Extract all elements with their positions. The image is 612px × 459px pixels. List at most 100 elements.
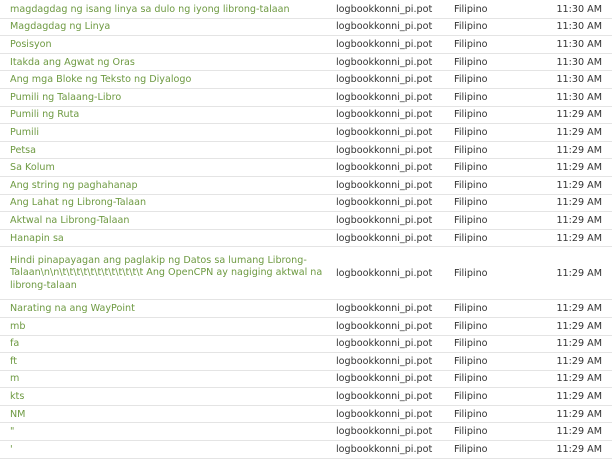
source-string-link[interactable]: Magdagdag ng Linya [0, 21, 330, 32]
file-name: logbookkonni_pi.pot [336, 74, 433, 86]
language-name: Filipino [454, 91, 488, 103]
language-name: Filipino [454, 408, 488, 420]
timestamp: 11:29 AM [556, 338, 602, 350]
source-string-link[interactable]: Narating na ang WayPoint [0, 303, 330, 314]
table-row: NM logbookkonni_pi.pot Filipino 11:29 AM [0, 406, 612, 424]
file-name: logbookkonni_pi.pot [336, 91, 433, 103]
table-row: Aktwal na Librong-Talaan logbookkonni_pi.… [0, 212, 612, 230]
source-string-link[interactable]: mb [0, 321, 330, 332]
source-string-link[interactable]: ' [0, 444, 330, 455]
timestamp: 11:29 AM [556, 144, 602, 156]
timestamp: 11:29 AM [556, 320, 602, 332]
timestamp: 11:29 AM [556, 126, 602, 138]
timestamp: 11:29 AM [556, 179, 602, 191]
file-name: logbookkonni_pi.pot [336, 56, 433, 68]
timestamp: 11:30 AM [556, 38, 602, 50]
table-row: Ang string ng paghahanap logbookkonni_pi.… [0, 177, 612, 195]
language-name: Filipino [454, 109, 488, 121]
table-row: mb logbookkonni_pi.pot Filipino 11:29 AM [0, 318, 612, 336]
source-string-link[interactable]: Ang string ng paghahanap [0, 180, 330, 191]
source-string-link[interactable]: Petsa [0, 145, 330, 156]
source-string-link[interactable]: Pumili ng Ruta [0, 109, 330, 120]
language-name: Filipino [454, 74, 488, 86]
language-name: Filipino [454, 232, 488, 244]
table-row: Pumili logbookkonni_pi.pot Filipino 11:29 A… [0, 124, 612, 142]
timestamp: 11:30 AM [556, 3, 602, 15]
language-name: Filipino [454, 162, 488, 174]
language-name: Filipino [454, 338, 488, 350]
language-name: Filipino [454, 443, 488, 455]
language-name: Filipino [454, 56, 488, 68]
source-string-link[interactable]: Hanapin sa [0, 233, 330, 244]
table-row: Pumili ng Ruta logbookkonni_pi.pot Filipin… [0, 107, 612, 125]
language-name: Filipino [454, 21, 488, 33]
timestamp: 11:29 AM [556, 162, 602, 174]
table-row: " logbookkonni_pi.pot Filipino 11:29 AM [0, 423, 612, 442]
table-row: Ang mga Bloke ng Teksto ng Diyalogo logbo… [0, 71, 612, 89]
file-name: logbookkonni_pi.pot [336, 232, 433, 244]
source-string-link[interactable]: Ang mga Bloke ng Teksto ng Diyalogo [0, 74, 330, 85]
source-string-link[interactable]: kts [0, 391, 330, 402]
language-name: Filipino [454, 3, 488, 15]
timestamp: 11:29 AM [556, 391, 602, 403]
file-name: logbookkonni_pi.pot [336, 38, 433, 50]
table-row: Pumili ng Talaang-Libro logbookkonni_pi.p… [0, 89, 612, 107]
language-name: Filipino [454, 355, 488, 367]
file-name: logbookkonni_pi.pot [336, 109, 433, 121]
file-name: logbookkonni_pi.pot [336, 391, 433, 403]
source-string-link[interactable]: Ang Lahat ng Librong-Talaan [0, 197, 330, 208]
file-name: logbookkonni_pi.pot [336, 3, 433, 15]
language-name: Filipino [454, 144, 488, 156]
language-name: Filipino [454, 426, 488, 438]
timestamp: 11:29 AM [556, 109, 602, 121]
table-row: Itakda ang Agwat ng Oras logbookkonni_pi.… [0, 54, 612, 72]
file-name: logbookkonni_pi.pot [336, 426, 433, 438]
file-name: logbookkonni_pi.pot [336, 126, 433, 138]
table-row: Ang Lahat ng Librong-Talaan logbookkonni_… [0, 195, 612, 213]
source-string-link[interactable]: NM [0, 409, 330, 420]
file-name: logbookkonni_pi.pot [336, 355, 433, 367]
table-row: Hindi pinapayagan ang paglakip ng Datos … [0, 247, 612, 301]
file-name: logbookkonni_pi.pot [336, 197, 433, 209]
file-name: logbookkonni_pi.pot [336, 144, 433, 156]
source-string-link[interactable]: " [0, 426, 330, 437]
table-row: Posisyon logbookkonni_pi.pot Filipino 11:30… [0, 36, 612, 54]
table-row: fa logbookkonni_pi.pot Filipino 11:29 AM [0, 336, 612, 354]
table-row: Sa Kolum logbookkonni_pi.pot Filipino 11:29… [0, 159, 612, 177]
language-name: Filipino [454, 267, 488, 279]
file-name: logbookkonni_pi.pot [336, 408, 433, 420]
table-row: magdagdag ng isang linya sa dulo ng iyon… [0, 1, 612, 19]
table-row: Narating na ang WayPoint logbookkonni_pi.… [0, 300, 612, 318]
timestamp: 11:29 AM [556, 373, 602, 385]
language-name: Filipino [454, 391, 488, 403]
source-string-link[interactable]: m [0, 373, 330, 384]
source-string-link[interactable]: Aktwal na Librong-Talaan [0, 215, 330, 226]
table-row: Magdagdag ng Linya logbookkonni_pi.pot Fil… [0, 19, 612, 37]
language-name: Filipino [454, 320, 488, 332]
timestamp: 11:29 AM [556, 355, 602, 367]
timestamp: 11:29 AM [556, 443, 602, 455]
source-string-link[interactable]: Posisyon [0, 39, 330, 50]
file-name: logbookkonni_pi.pot [336, 373, 433, 385]
source-string-link[interactable]: Pumili [0, 127, 330, 138]
source-string-link[interactable]: Itakda ang Agwat ng Oras [0, 57, 330, 68]
source-string-link[interactable]: Sa Kolum [0, 162, 330, 173]
timestamp: 11:30 AM [556, 74, 602, 86]
file-name: logbookkonni_pi.pot [336, 214, 433, 226]
file-name: logbookkonni_pi.pot [336, 179, 433, 191]
language-name: Filipino [454, 373, 488, 385]
source-string-link[interactable]: Hindi pinapayagan ang paglakip ng Datos … [0, 255, 330, 293]
file-name: logbookkonni_pi.pot [336, 162, 433, 174]
table-row: m logbookkonni_pi.pot Filipino 11:29 AM [0, 371, 612, 389]
timestamp: 11:29 AM [556, 214, 602, 226]
file-name: logbookkonni_pi.pot [336, 267, 433, 279]
timestamp: 11:30 AM [556, 56, 602, 68]
source-string-link[interactable]: magdagdag ng isang linya sa dulo ng iyon… [0, 4, 330, 15]
timestamp: 11:29 AM [556, 267, 602, 279]
table-row: kts logbookkonni_pi.pot Filipino 11:29 AM [0, 388, 612, 406]
source-string-link[interactable]: Pumili ng Talaang-Libro [0, 92, 330, 103]
source-string-link[interactable]: ft [0, 356, 330, 367]
timestamp: 11:29 AM [556, 303, 602, 315]
table-row: ft logbookkonni_pi.pot Filipino 11:29 AM [0, 353, 612, 371]
source-string-link[interactable]: fa [0, 338, 330, 349]
